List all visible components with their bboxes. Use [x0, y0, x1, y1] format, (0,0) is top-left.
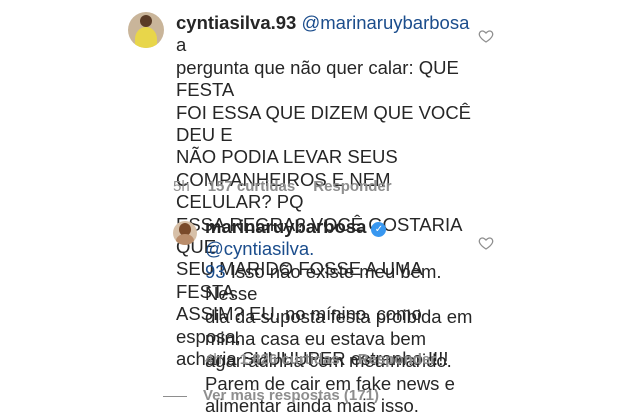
avatar[interactable]	[128, 12, 164, 48]
heart-outline-icon[interactable]	[478, 235, 494, 251]
view-more-label[interactable]: Ver mais respostas (171)	[203, 387, 379, 404]
comment-username[interactable]: cyntiasilva.93	[176, 12, 296, 33]
view-more-replies[interactable]: Ver mais respostas (171)	[163, 387, 379, 404]
comment-time: 5h	[173, 178, 190, 195]
comment-meta: 4h 1.826 curtidas Responder	[205, 351, 454, 368]
heart-outline-icon[interactable]	[478, 28, 494, 44]
avatar[interactable]	[173, 221, 197, 245]
likes-count[interactable]: 157 curtidas	[208, 178, 296, 195]
comment-body-first: Isso não existe meu bem. Nesse	[205, 260, 447, 305]
comment-username[interactable]: marinaruybarbosa	[205, 216, 366, 237]
mention-link-cont[interactable]: 93	[205, 261, 226, 282]
likes-count[interactable]: 1.826 curtidas	[240, 351, 340, 368]
reply-button[interactable]: Responder	[358, 351, 436, 368]
verified-badge-icon: ✓	[371, 222, 387, 237]
divider-line	[163, 395, 187, 397]
mention-link[interactable]: @cyntiasilva.	[205, 238, 314, 259]
mention-link[interactable]: @marinaruybarbosa	[301, 12, 469, 33]
reply-button[interactable]: Responder	[313, 178, 391, 195]
comment-time: 4h	[205, 351, 222, 368]
comment-meta: 5h 157 curtidas Responder	[173, 178, 410, 195]
